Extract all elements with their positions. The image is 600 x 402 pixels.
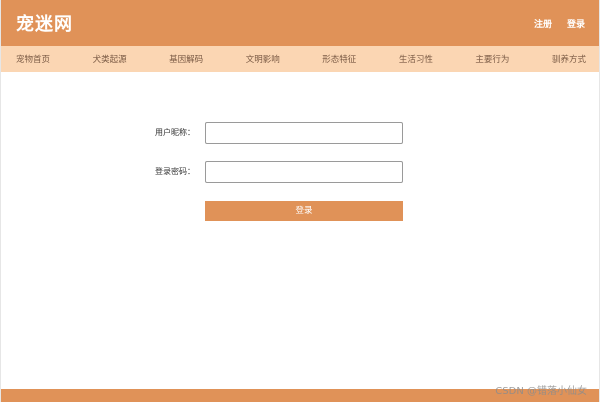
login-submit-button[interactable]: 登录	[205, 201, 403, 221]
nav-item-behavior[interactable]: 主要行为	[475, 53, 509, 65]
watermark: CSDN @错落小仙女	[495, 386, 587, 397]
nav-item-habits[interactable]: 生活习性	[399, 53, 433, 65]
nickname-input[interactable]	[205, 122, 403, 144]
password-label: 登录密码：	[155, 167, 195, 176]
nav-item-gene-decoding[interactable]: 基因解码	[169, 53, 203, 65]
password-input[interactable]	[205, 161, 403, 183]
nav-item-home[interactable]: 宠物首页	[16, 53, 50, 65]
page: 宠迷网 注册 登录 宠物首页 犬类起源 基因解码 文明影响 形态特征 生活习性 …	[0, 0, 600, 402]
auth-links: 注册 登录	[534, 17, 585, 30]
register-link[interactable]: 注册	[534, 17, 552, 30]
site-logo[interactable]: 宠迷网	[16, 10, 73, 36]
top-header: 宠迷网 注册 登录	[1, 0, 599, 46]
nickname-label: 用户昵称：	[155, 128, 195, 137]
nav-item-dog-origin[interactable]: 犬类起源	[93, 53, 127, 65]
login-link[interactable]: 登录	[567, 17, 585, 30]
nav-item-civilization-impact[interactable]: 文明影响	[246, 53, 280, 65]
nav-item-domestication[interactable]: 驯养方式	[552, 53, 586, 65]
main-nav: 宠物首页 犬类起源 基因解码 文明影响 形态特征 生活习性 主要行为 驯养方式	[1, 46, 599, 72]
nav-item-morphology[interactable]: 形态特征	[322, 53, 356, 65]
nickname-row: 用户昵称：	[1, 122, 600, 144]
password-row: 登录密码：	[1, 161, 600, 183]
